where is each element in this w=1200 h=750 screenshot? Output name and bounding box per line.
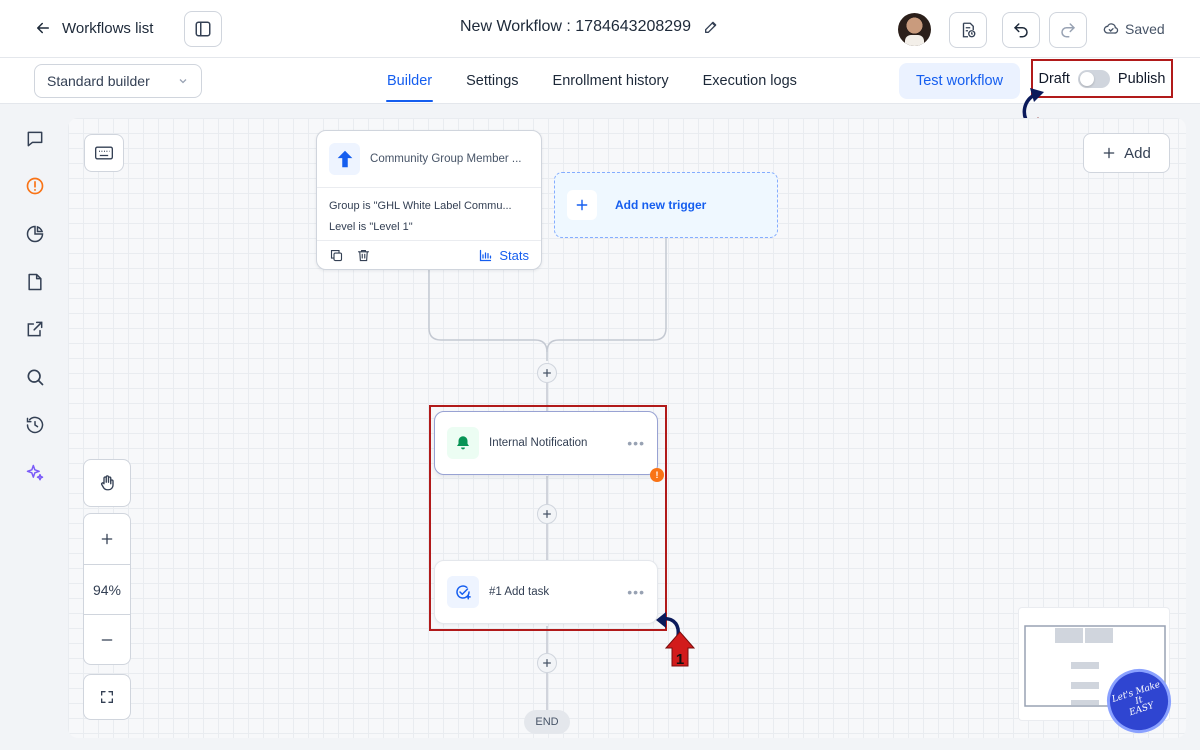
sidebar-panel-icon (195, 21, 211, 37)
rail-history-button[interactable] (24, 414, 46, 436)
rail-comments-button[interactable] (24, 128, 46, 150)
pan-tool-button[interactable] (84, 460, 130, 506)
redo-button[interactable] (1049, 12, 1087, 48)
pencil-icon[interactable] (703, 19, 719, 35)
fit-view-button[interactable] (84, 675, 130, 719)
file-icon (28, 273, 42, 291)
keyboard-icon (95, 146, 113, 160)
add-new-trigger-button[interactable]: Add new trigger (554, 172, 778, 238)
back-to-workflows-link[interactable]: Workflows list (34, 14, 153, 42)
top-header: Workflows list New Workflow : 1784643208… (0, 0, 1200, 58)
version-history-button[interactable] (949, 12, 987, 48)
tab-enrollment-history[interactable]: Enrollment history (536, 58, 686, 104)
annotation-number-1: 1 (676, 651, 684, 668)
tab-builder[interactable]: Builder (370, 58, 449, 104)
document-clock-icon (962, 22, 976, 38)
tab-settings[interactable]: Settings (449, 58, 535, 104)
zoom-level: 94% (84, 564, 130, 614)
add-new-trigger-label: Add new trigger (615, 198, 707, 212)
plus-icon (543, 659, 551, 667)
trigger-card-footer: Stats (317, 240, 541, 270)
hand-icon (101, 475, 114, 491)
workflow-title-text: New Workflow : 1784643208299 (460, 18, 691, 35)
plus-icon (1103, 147, 1115, 159)
trigger-card[interactable]: Community Group Member ... Group is "GHL… (316, 130, 542, 270)
keyboard-shortcuts-button[interactable] (84, 134, 124, 172)
publish-toggle[interactable] (1077, 69, 1110, 88)
tab-execution-logs[interactable]: Execution logs (686, 58, 814, 104)
draft-label: Draft (1038, 70, 1070, 87)
alert-circle-icon (26, 177, 44, 195)
trigger-condition-group: Group is "GHL White Label Commu... (329, 200, 512, 212)
insert-step-button[interactable] (537, 653, 557, 673)
clock-history-icon (26, 416, 44, 434)
chat-bubble-icon (27, 131, 43, 147)
bar-chart-icon (480, 249, 492, 262)
minus-icon (101, 638, 113, 641)
annotation-highlight-box-1 (429, 405, 667, 631)
fullscreen-icon (101, 691, 113, 703)
rail-search-button[interactable] (24, 366, 46, 388)
left-rail (0, 104, 68, 750)
fit-view-group (83, 674, 131, 720)
plus-icon (101, 533, 113, 545)
builder-mode-value: Standard builder (47, 73, 150, 89)
rail-ai-button[interactable] (24, 462, 46, 484)
zoom-out-button[interactable] (84, 614, 130, 664)
save-status-label: Saved (1125, 21, 1165, 37)
rail-notes-button[interactable] (24, 271, 46, 293)
publish-label: Publish (1117, 70, 1166, 87)
trigger-condition-level: Level is "Level 1" (329, 221, 413, 233)
pie-chart-icon (26, 225, 44, 243)
pan-tool-group (83, 459, 131, 507)
panel-toggle-button[interactable] (184, 11, 222, 47)
chevron-down-icon (179, 79, 187, 84)
redo-icon (1061, 23, 1075, 38)
arrow-up-icon (337, 150, 352, 168)
zoom-in-button[interactable] (84, 514, 130, 564)
insert-step-button[interactable] (537, 363, 557, 383)
zoom-controls: 94% (83, 513, 131, 665)
back-link-label: Workflows list (62, 19, 154, 37)
trigger-card-header: Community Group Member ... (317, 131, 541, 188)
user-avatar[interactable] (898, 13, 931, 46)
trigger-title: Community Group Member ... (370, 153, 522, 165)
save-status: Saved (1103, 21, 1165, 37)
trigger-icon-wrap (329, 143, 361, 175)
trash-icon[interactable] (356, 248, 371, 263)
workflow-canvas[interactable]: Add Community Group Member ... Group is … (68, 118, 1186, 738)
annotation-arrow-1: 1 (656, 612, 696, 668)
rail-alerts-button[interactable] (24, 175, 46, 197)
end-node: END (524, 710, 570, 734)
search-icon (27, 369, 44, 386)
workflow-title[interactable]: New Workflow : 1784643208299 (460, 18, 719, 36)
undo-icon (1014, 23, 1028, 38)
builder-tabs: Builder Settings Enrollment history Exec… (370, 58, 814, 104)
trigger-conditions: Group is "GHL White Label Commu... Level… (317, 188, 541, 240)
arrow-left-icon (37, 22, 49, 34)
add-button-label: Add (1124, 144, 1151, 162)
rail-external-button[interactable] (24, 318, 46, 340)
rail-analytics-button[interactable] (24, 223, 46, 245)
add-button[interactable]: Add (1083, 133, 1170, 173)
external-link-icon (27, 321, 43, 337)
builder-mode-select[interactable]: Standard builder (34, 64, 202, 98)
sparkles-icon (26, 464, 44, 481)
test-workflow-button[interactable]: Test workflow (899, 63, 1020, 99)
plus-icon (543, 369, 551, 377)
copy-icon[interactable] (329, 248, 344, 263)
undo-button[interactable] (1002, 12, 1040, 48)
add-trigger-plus-icon (567, 190, 597, 220)
stats-label: Stats (499, 248, 529, 263)
stats-button[interactable]: Stats (478, 248, 529, 263)
cloud-check-icon (1103, 23, 1119, 34)
